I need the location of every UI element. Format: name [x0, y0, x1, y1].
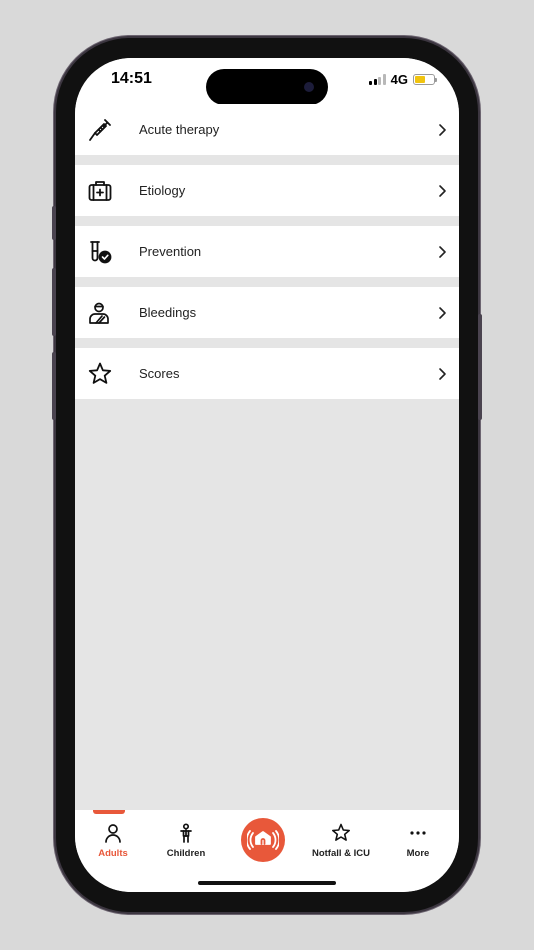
- first-aid-kit-icon: [87, 178, 113, 204]
- status-time: 14:51: [111, 70, 152, 87]
- home-emergency-icon: [245, 822, 281, 859]
- active-tab-indicator: [93, 810, 125, 814]
- menu-item-label: Scores: [139, 366, 180, 381]
- chevron-right-icon: [439, 246, 446, 258]
- injured-person-icon: [87, 300, 113, 326]
- syringe-icon: [87, 117, 113, 143]
- menu-item-etiology[interactable]: Etiology: [75, 165, 459, 216]
- menu-list: Acute therapy Etiology Prevention Bleedi…: [75, 104, 459, 409]
- status-indicators: 4G: [369, 71, 437, 87]
- home-indicator: [198, 881, 336, 885]
- menu-item-label: Acute therapy: [139, 122, 220, 137]
- star-icon: [87, 361, 113, 387]
- person-icon: [102, 822, 124, 844]
- side-button-power: [478, 314, 482, 420]
- network-type: 4G: [390, 71, 408, 87]
- menu-item-scores[interactable]: Scores: [75, 348, 459, 399]
- battery-icon: [413, 73, 437, 85]
- screen: 14:51 4G Acute therapy Etiology Preventi…: [75, 58, 459, 892]
- dynamic-island: [206, 69, 328, 105]
- chevron-right-icon: [439, 124, 446, 136]
- tab-notfall-icu[interactable]: Notfall & ICU: [303, 810, 379, 870]
- tab-label: Children: [166, 848, 206, 859]
- chevron-right-icon: [439, 368, 446, 380]
- home-emergency-button[interactable]: [241, 818, 285, 862]
- chevron-right-icon: [439, 307, 446, 319]
- menu-item-label: Bleedings: [139, 305, 197, 320]
- child-icon: [175, 822, 197, 844]
- tab-label: Adults: [98, 848, 128, 859]
- menu-item-acute-therapy[interactable]: Acute therapy: [75, 104, 459, 155]
- test-tube-check-icon: [87, 239, 113, 265]
- ellipsis-icon: [407, 822, 429, 844]
- tab-more[interactable]: More: [380, 810, 456, 870]
- menu-item-bleedings[interactable]: Bleedings: [75, 287, 459, 338]
- menu-item-label: Etiology: [139, 183, 186, 198]
- star-outline-icon: [330, 822, 352, 844]
- tab-label: More: [406, 848, 430, 859]
- chevron-right-icon: [439, 185, 446, 197]
- side-button-volume-up: [52, 268, 56, 336]
- tab-adults[interactable]: Adults: [75, 810, 151, 870]
- status-bar: 14:51 4G: [75, 58, 459, 105]
- tab-children[interactable]: Children: [148, 810, 224, 870]
- tab-bar: Adults Children Notfall & ICU More: [75, 810, 459, 892]
- camera-icon: [304, 82, 314, 92]
- side-button-volume-down: [52, 352, 56, 420]
- signal-icon: [369, 73, 386, 85]
- menu-item-label: Prevention: [139, 244, 202, 259]
- tab-label: Notfall & ICU: [311, 848, 371, 859]
- menu-item-prevention[interactable]: Prevention: [75, 226, 459, 277]
- side-button-mute: [52, 206, 56, 240]
